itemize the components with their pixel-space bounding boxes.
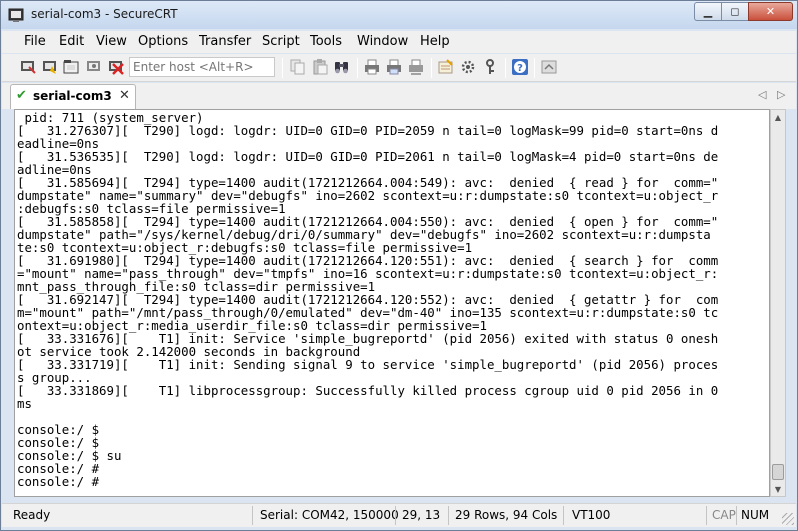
status-cursor-position: 29, 13 [402,508,441,522]
status-bar: Ready Serial: COM42, 150000 29, 13 29 Ro… [2,503,796,527]
global-options-icon[interactable] [459,58,477,76]
maximize-button[interactable]: ◻ [721,2,748,21]
window-title: serial-com3 - SecureCRT [31,7,178,21]
keymap-icon[interactable] [481,58,499,76]
menu-edit[interactable]: Edit [59,34,84,49]
session-tab-bar: ✔ serial-com3 ✕ ◁ ▷ [2,83,796,109]
resize-grip-icon[interactable] [782,513,794,525]
terminal-line: console:/ # [17,474,100,489]
status-caps-lock: CAP [712,508,736,522]
toolbar-separator [282,58,283,78]
terminal-output[interactable]: pid: 711 (system_server)[ 31.276307][ T2… [14,109,770,497]
session-options-icon[interactable] [437,58,455,76]
print-icon[interactable] [363,58,381,76]
menu-bar: File Edit View Options Transfer Script T… [2,31,796,53]
tab-close-icon[interactable]: ✕ [119,88,130,103]
paste-icon[interactable] [311,58,329,76]
window-controls: ▁ ◻ ✕ [694,2,793,21]
scroll-down-icon[interactable]: ▼ [771,482,785,496]
scroll-up-icon[interactable]: ▲ [771,110,785,124]
status-terminal-size: 29 Rows, 94 Cols [455,508,558,522]
status-ready: Ready [13,508,51,522]
print-selection-icon[interactable] [385,58,403,76]
title-bar[interactable]: serial-com3 - SecureCRT ▁ ◻ ✕ [1,1,797,29]
toolbar: ? [2,54,796,82]
status-separator [448,506,449,525]
svg-text:?: ? [517,63,523,74]
securecrt-app-icon [8,8,24,22]
toolbar-separator [431,58,432,78]
status-separator [563,506,564,525]
minimize-icon: ▁ [703,5,713,18]
disconnect-icon[interactable] [107,58,125,76]
connected-check-icon: ✔ [16,88,27,103]
find-icon[interactable] [333,58,351,76]
copy-icon[interactable] [289,58,307,76]
tab-serial-com3[interactable]: ✔ serial-com3 ✕ [10,84,136,109]
status-connection: Serial: COM42, 150000 [260,508,399,522]
tab-scroll-right-icon[interactable]: ▷ [777,88,785,101]
vertical-scrollbar[interactable]: ▲ ▼ [770,109,786,497]
toolbar-separator [505,58,506,78]
status-emulation: VT100 [572,508,611,522]
terminal-lines: pid: 711 (system_server)[ 31.276307][ T2… [17,111,718,488]
connect-in-tab-icon[interactable] [63,58,81,76]
toolbar-separator [357,58,358,78]
sftp-icon[interactable] [540,58,558,76]
terminal-line: console:/ # [17,461,100,476]
connect-icon[interactable] [19,58,37,76]
toolbar-separator [534,58,535,78]
terminal-line: [ 31.276307][ T290] logd: logdr: UID=0 G… [17,123,719,138]
close-button[interactable]: ✕ [748,2,793,21]
minimize-button[interactable]: ▁ [694,2,721,21]
tab-scroll-left-icon[interactable]: ◁ [758,88,766,101]
scroll-thumb[interactable] [772,464,784,480]
menu-transfer[interactable]: Transfer [199,34,251,49]
quick-connect-icon[interactable] [41,58,59,76]
help-icon[interactable]: ? [511,58,529,76]
maximize-icon: ◻ [730,5,740,18]
print-setup-icon[interactable] [407,58,425,76]
securecrt-window: serial-com3 - SecureCRT ▁ ◻ ✕ File Edit … [0,0,798,531]
terminal-line: [ 33.331869][ T1] libprocessgroup: Succe… [17,383,719,398]
menu-file[interactable]: File [24,34,46,49]
close-icon: ✕ [765,5,776,18]
terminal-line: [ 33.331719][ T1] init: Sending signal 9… [17,357,719,372]
host-input[interactable] [129,57,275,77]
tab-label: serial-com3 [33,89,112,103]
terminal-line: [ 31.536535][ T290] logd: logdr: UID=0 G… [17,149,719,164]
menu-tools[interactable]: Tools [310,34,342,49]
menu-help[interactable]: Help [420,34,450,49]
menu-window[interactable]: Window [357,34,408,49]
terminal-line: console:/ $ [17,435,100,450]
status-separator [252,506,253,525]
terminal-line: ms [17,396,32,411]
status-separator [736,506,737,525]
status-separator [395,506,396,525]
status-num-lock: NUM [741,508,770,522]
menu-script[interactable]: Script [262,34,300,49]
menu-view[interactable]: View [96,34,127,49]
menu-options[interactable]: Options [138,34,188,49]
reconnect-icon[interactable] [85,58,103,76]
terminal-line: console:/ $ [17,422,100,437]
status-separator [706,506,707,525]
terminal-line: console:/ $ su [17,448,122,463]
